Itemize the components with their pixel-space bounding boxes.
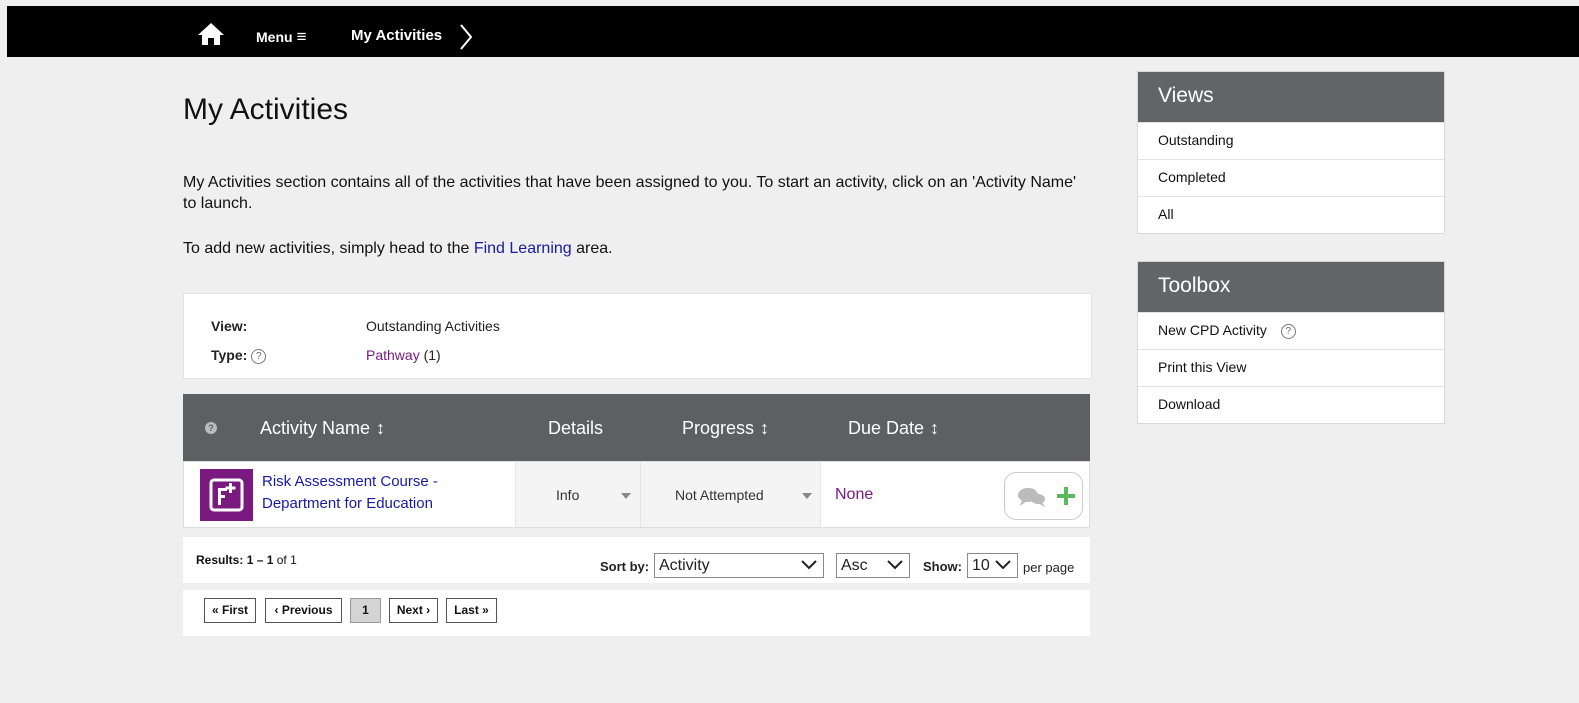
type-label: Type: <box>211 347 248 363</box>
page-title: My Activities <box>183 93 349 126</box>
find-learning-suffix: area. <box>576 240 613 257</box>
table-row: Risk Assessment Course - Department for … <box>183 461 1090 528</box>
find-learning-link[interactable]: Find Learning <box>474 240 572 257</box>
chevron-down-icon <box>621 493 631 499</box>
next-page-button[interactable]: Next › <box>389 598 438 623</box>
results-of: of 1 <box>276 553 297 567</box>
intro-text: My Activities section contains all of th… <box>183 174 1077 212</box>
col-progress-label: Progress <box>682 418 755 438</box>
results-bar: Results: 1 – 1 of 1 Sort by: Activity As… <box>183 537 1090 583</box>
sort-order-select[interactable]: Asc <box>836 553 910 578</box>
type-count: (1) <box>423 347 441 363</box>
page-size-select[interactable]: 10 <box>967 553 1018 578</box>
previous-page-button[interactable]: ‹ Previous <box>265 598 342 623</box>
comment-icon <box>1018 488 1045 507</box>
home-icon[interactable] <box>197 22 225 46</box>
chevron-down-icon <box>995 560 1011 570</box>
view-outstanding[interactable]: Outstanding <box>1138 122 1444 159</box>
activities-table-header: ? Activity Name ↕ Details Progress ↕ Due D… <box>183 394 1090 461</box>
menu-label: Menu <box>256 29 293 45</box>
progress-dropdown[interactable]: Not Attempted <box>640 462 821 527</box>
view-all[interactable]: All <box>1138 196 1444 233</box>
help-icon[interactable]: ? <box>1280 323 1296 339</box>
chevron-down-icon <box>801 560 817 570</box>
col-activity-label: Activity Name <box>260 418 371 438</box>
add-comment-button[interactable] <box>1004 472 1083 520</box>
download-link[interactable]: Download <box>1138 386 1444 423</box>
view-value: Outstanding Activities <box>366 318 500 334</box>
new-cpd-activity-label: New CPD Activity <box>1158 322 1267 338</box>
find-learning-text: To add new activities, simply head to th… <box>183 238 613 259</box>
view-completed[interactable]: Completed <box>1138 159 1444 196</box>
col-due-label: Due Date <box>848 418 925 438</box>
type-label-wrap: Type:? <box>211 347 267 364</box>
toolbox-panel: Toolbox New CPD Activity ? Print this Vi… <box>1137 261 1445 424</box>
chevron-down-icon <box>802 493 812 499</box>
details-dropdown[interactable]: Info <box>515 462 640 527</box>
plus-icon <box>1057 487 1075 505</box>
progress-value: Not Attempted <box>675 487 764 503</box>
col-activity-name[interactable]: Activity Name ↕ <box>260 418 385 439</box>
hamburger-icon: ≡ <box>296 27 307 46</box>
toolbox-panel-title: Toolbox <box>1138 262 1444 312</box>
type-pathway-link[interactable]: Pathway <box>366 347 420 363</box>
help-icon[interactable]: ? <box>205 422 217 434</box>
breadcrumb-my-activities[interactable]: My Activities <box>351 27 442 44</box>
sort-order-value: Asc <box>841 557 868 574</box>
sort-by-label: Sort by: <box>600 559 650 574</box>
find-learning-prefix: To add new activities, simply head to th… <box>183 240 470 257</box>
details-value: Info <box>556 487 580 503</box>
sort-icon: ↕ <box>930 418 940 438</box>
col-progress[interactable]: Progress ↕ <box>682 418 769 439</box>
views-panel: Views Outstanding Completed All <box>1137 71 1445 234</box>
sort-by-value: Activity <box>659 557 710 574</box>
chevron-right-icon <box>460 24 473 50</box>
views-panel-title: Views <box>1138 72 1444 122</box>
col-details: Details <box>548 418 604 438</box>
menu-button[interactable]: Menu ≡ <box>256 27 306 47</box>
top-nav-bar: Menu ≡ My Activities <box>7 6 1579 57</box>
pagination: « First ‹ Previous 1 Next › Last » <box>183 590 1090 636</box>
results-label: Results: <box>196 553 244 567</box>
filter-summary: View: Outstanding Activities Type:? Path… <box>183 293 1092 379</box>
results-range: 1 – 1 <box>246 553 274 567</box>
view-label: View: <box>211 318 248 334</box>
page-size-value: 10 <box>972 557 990 574</box>
sort-icon: ↕ <box>760 418 770 438</box>
per-page-label: per page <box>1023 560 1075 575</box>
show-label: Show: <box>923 559 962 574</box>
results-count: Results: 1 – 1 of 1 <box>196 553 297 567</box>
new-cpd-activity-link[interactable]: New CPD Activity ? <box>1138 312 1444 349</box>
activity-name-link[interactable]: Risk Assessment Course - Department for … <box>262 471 492 515</box>
help-icon[interactable]: ? <box>251 348 267 364</box>
print-view-link[interactable]: Print this View <box>1138 349 1444 386</box>
current-page-button[interactable]: 1 <box>350 598 381 623</box>
type-value-wrap: Pathway (1) <box>366 347 441 363</box>
chevron-down-icon <box>887 560 903 570</box>
pathway-icon <box>200 469 253 521</box>
sort-by-select[interactable]: Activity <box>654 553 824 578</box>
due-date-value: None <box>835 486 874 503</box>
last-page-button[interactable]: Last » <box>446 598 497 623</box>
sort-icon: ↕ <box>376 418 386 438</box>
first-page-button[interactable]: « First <box>204 598 256 623</box>
col-due-date[interactable]: Due Date ↕ <box>848 418 939 439</box>
